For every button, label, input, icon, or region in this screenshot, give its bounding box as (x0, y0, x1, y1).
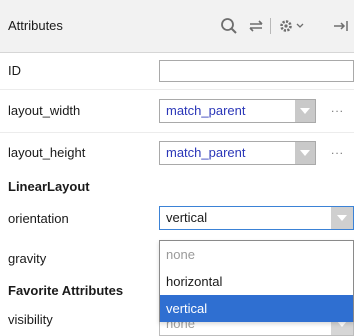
chevron-down-icon[interactable] (295, 100, 315, 122)
layout-height-row: layout_height match_parent ... (0, 133, 354, 173)
orientation-options-popup: none horizontal vertical (159, 240, 354, 322)
swap-icon[interactable] (246, 0, 266, 52)
search-icon[interactable] (218, 0, 240, 52)
option-horizontal[interactable]: horizontal (160, 268, 353, 295)
layout-height-label: layout_height (8, 145, 86, 160)
panel-title: Attributes (8, 18, 63, 33)
layout-height-value: match_parent (166, 145, 246, 160)
chevron-down-icon[interactable] (295, 0, 305, 52)
orientation-row: orientation vertical (0, 200, 354, 238)
layout-width-row: layout_width match_parent ... (0, 90, 354, 132)
orientation-value: vertical (166, 210, 208, 225)
layout-width-more-button[interactable]: ... (331, 101, 344, 115)
section-favorite-attributes[interactable]: Favorite Attributes (8, 278, 123, 304)
layout-width-value: match_parent (166, 103, 246, 118)
option-none[interactable]: none (160, 241, 353, 268)
header-divider (270, 18, 271, 34)
layout-height-more-button[interactable]: ... (331, 143, 344, 157)
id-field[interactable] (159, 60, 354, 82)
attributes-header: Attributes (0, 0, 354, 53)
collapse-icon[interactable] (332, 0, 350, 52)
section-linearlayout[interactable]: LinearLayout (8, 174, 90, 200)
chevron-down-icon[interactable] (295, 142, 315, 164)
layout-width-dropdown[interactable]: match_parent (159, 99, 316, 123)
id-label: ID (8, 63, 21, 78)
chevron-down-icon[interactable] (331, 207, 353, 229)
orientation-dropdown[interactable]: vertical (159, 206, 354, 230)
id-row: ID (0, 53, 354, 89)
orientation-label: orientation (8, 211, 69, 226)
visibility-label: visibility (8, 312, 53, 327)
layout-height-dropdown[interactable]: match_parent (159, 141, 316, 165)
gear-icon[interactable] (277, 0, 295, 52)
option-vertical[interactable]: vertical (160, 295, 353, 322)
layout-width-label: layout_width (8, 103, 81, 118)
gravity-label: gravity (8, 251, 47, 266)
